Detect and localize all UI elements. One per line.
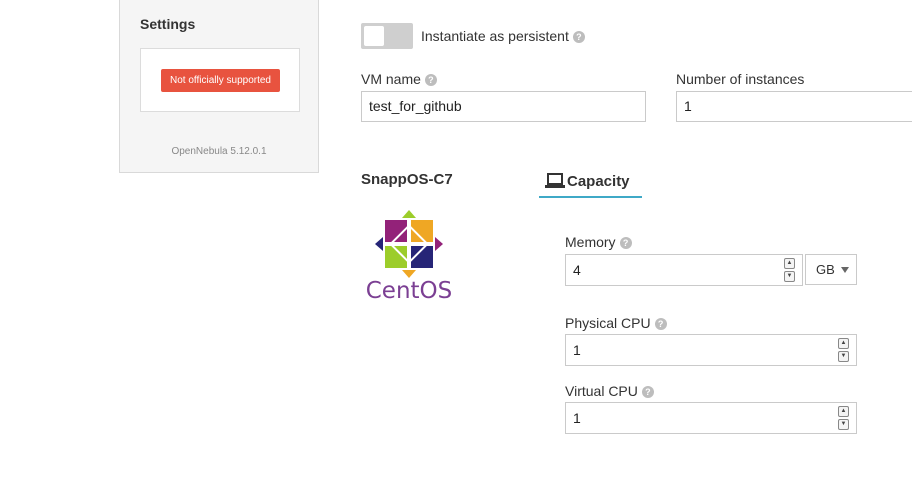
help-icon[interactable]: ? xyxy=(654,318,667,330)
memory-input[interactable]: 4 ▲ ▼ xyxy=(565,254,803,286)
memory-label-text: Memory xyxy=(565,234,616,250)
memory-value: 4 xyxy=(573,262,581,278)
unsupported-badge: Not officially supported xyxy=(161,69,280,92)
physical-cpu-input[interactable]: 1 ▲ ▼ xyxy=(565,334,857,366)
physical-cpu-value: 1 xyxy=(573,342,581,358)
chevron-down-icon[interactable]: ▼ xyxy=(838,351,849,362)
virtual-cpu-spinner[interactable]: ▲ ▼ xyxy=(838,406,849,430)
chevron-up-icon[interactable]: ▲ xyxy=(838,338,849,349)
virtual-cpu-value: 1 xyxy=(573,410,581,426)
memory-unit-select[interactable]: GB xyxy=(805,254,857,285)
tab-capacity-label: Capacity xyxy=(567,173,630,190)
physical-cpu-spinner[interactable]: ▲ ▼ xyxy=(838,338,849,362)
settings-panel: Settings Not officially supported OpenNe… xyxy=(119,0,319,173)
vm-name-label-text: VM name xyxy=(361,71,421,87)
physical-cpu-label: Physical CPU? xyxy=(565,315,667,331)
template-name: SnappOS-C7 xyxy=(361,171,453,188)
memory-spinner[interactable]: ▲ ▼ xyxy=(784,258,795,282)
physical-cpu-label-text: Physical CPU xyxy=(565,315,651,331)
help-icon[interactable]: ? xyxy=(619,237,632,249)
laptop-icon xyxy=(545,173,565,188)
toggle-knob xyxy=(364,26,384,46)
memory-label: Memory? xyxy=(565,234,632,250)
help-icon[interactable]: ? xyxy=(424,74,437,86)
settings-title: Settings xyxy=(140,16,196,32)
chevron-up-icon[interactable]: ▲ xyxy=(838,406,849,417)
chevron-down-icon[interactable]: ▼ xyxy=(838,419,849,430)
caret-down-icon xyxy=(841,267,849,273)
persistent-label: Instantiate as persistent? xyxy=(421,28,585,44)
memory-unit-value: GB xyxy=(816,262,835,277)
instances-input[interactable]: 1 xyxy=(676,91,912,122)
instances-label: Number of instances xyxy=(676,71,805,87)
chevron-down-icon[interactable]: ▼ xyxy=(784,271,795,282)
vm-name-input[interactable]: test_for_github xyxy=(361,91,646,122)
vm-name-label: VM name? xyxy=(361,71,437,87)
virtual-cpu-label: Virtual CPU? xyxy=(565,383,654,399)
tab-capacity[interactable]: Capacity xyxy=(539,170,642,198)
support-box: Not officially supported xyxy=(140,48,300,112)
persistent-label-text: Instantiate as persistent xyxy=(421,28,569,44)
help-icon[interactable]: ? xyxy=(641,386,654,398)
centos-logo: CentOS xyxy=(366,210,453,302)
persistent-toggle[interactable] xyxy=(361,23,413,49)
virtual-cpu-input[interactable]: 1 ▲ ▼ xyxy=(565,402,857,434)
version-text: OpenNebula 5.12.0.1 xyxy=(171,146,267,157)
help-icon[interactable]: ? xyxy=(572,31,585,43)
centos-logo-text: CentOS xyxy=(366,278,453,302)
chevron-up-icon[interactable]: ▲ xyxy=(784,258,795,269)
virtual-cpu-label-text: Virtual CPU xyxy=(565,383,638,399)
